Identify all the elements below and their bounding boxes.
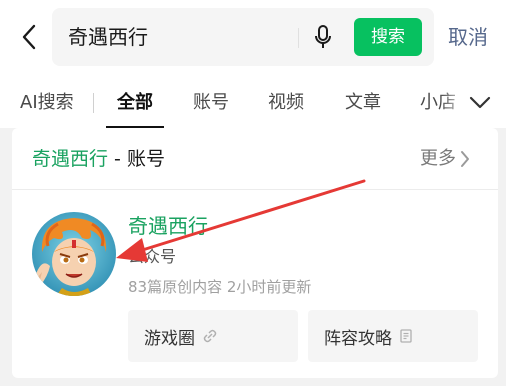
search-box[interactable]: 奇遇西行 搜索	[52, 8, 434, 66]
microphone-icon	[315, 25, 331, 48]
card-title-keyword: 奇遇西行	[32, 148, 109, 170]
link-icon	[203, 329, 217, 343]
account-name[interactable]: 奇遇西行	[128, 212, 208, 240]
account-result[interactable]: 奇遇西行 公众号 83篇原创内容 2小时前更新 游戏圈 阵容攻略	[12, 190, 498, 378]
lineup-guide-chip[interactable]: 阵容攻略	[308, 310, 478, 362]
chip-label: 阵容攻略	[324, 328, 392, 349]
search-button[interactable]: 搜索	[354, 18, 422, 56]
voice-input-button[interactable]	[308, 22, 338, 52]
cancel-button[interactable]: 取消	[448, 22, 488, 52]
article-icon	[400, 329, 412, 343]
search-tabs: AI搜索 全部 账号 视频 文章 小店	[0, 76, 506, 128]
tab-divider	[93, 93, 94, 113]
chevron-right-icon	[461, 151, 469, 167]
tab-articles[interactable]: 文章	[345, 90, 381, 116]
card-title-suffix: - 账号	[108, 148, 165, 170]
more-accounts-link[interactable]: 更多	[420, 146, 470, 172]
tab-accounts[interactable]: 账号	[193, 90, 229, 116]
chip-label: 游戏圈	[144, 328, 195, 349]
card-header: 奇遇西行 - 账号 更多	[12, 128, 498, 190]
game-character-avatar	[32, 212, 116, 296]
tab-ai-search[interactable]: AI搜索	[20, 90, 74, 116]
card-title: 奇遇西行 - 账号	[32, 146, 165, 172]
search-header: 奇遇西行 搜索 取消	[0, 0, 506, 76]
search-input[interactable]: 奇遇西行	[68, 8, 148, 66]
search-divider	[298, 28, 299, 48]
avatar[interactable]	[32, 212, 116, 296]
tab-videos[interactable]: 视频	[268, 90, 304, 116]
chevron-down-icon	[469, 96, 491, 109]
chevron-left-icon	[22, 24, 36, 50]
tab-all[interactable]: 全部	[117, 90, 153, 116]
game-circle-chip[interactable]: 游戏圈	[128, 310, 298, 362]
account-results-card: 奇遇西行 - 账号 更多 奇遇西行 公众号 83篇原创内容 2小时前更新 游戏圈…	[12, 128, 498, 378]
account-type: 公众号	[128, 247, 177, 266]
account-meta: 83篇原创内容 2小时前更新	[128, 278, 312, 296]
tabs-expand-button[interactable]	[466, 88, 494, 116]
more-label: 更多	[420, 148, 456, 169]
back-button[interactable]	[14, 22, 44, 52]
